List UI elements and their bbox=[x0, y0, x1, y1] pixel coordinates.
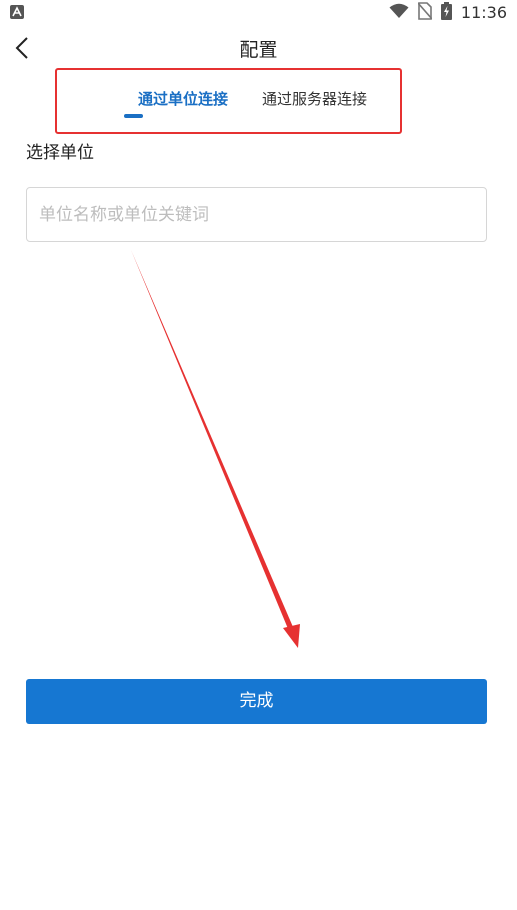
config-screen: 11:36 配置 通过单位连接 通过服务器连接 选择单位 完成 bbox=[0, 0, 517, 910]
unit-search-input[interactable] bbox=[26, 187, 487, 242]
active-tab-indicator bbox=[124, 114, 143, 118]
app-notification-icon bbox=[10, 4, 24, 23]
status-time: 11:36 bbox=[460, 3, 507, 22]
status-icons: 11:36 bbox=[389, 2, 507, 24]
wifi-icon bbox=[389, 3, 409, 23]
connection-tabs: 通过单位连接 通过服务器连接 bbox=[0, 68, 517, 134]
page-title: 配置 bbox=[239, 39, 278, 61]
app-bar: 配置 bbox=[0, 26, 517, 74]
annotation-arrow bbox=[131, 250, 300, 648]
tab-server-connection[interactable]: 通过服务器连接 bbox=[262, 88, 367, 110]
done-button[interactable]: 完成 bbox=[26, 679, 487, 724]
battery-charging-icon bbox=[440, 2, 452, 24]
tab-unit-connection[interactable]: 通过单位连接 bbox=[138, 88, 228, 110]
no-sim-icon bbox=[417, 2, 433, 24]
select-unit-label: 选择单位 bbox=[26, 143, 94, 163]
status-bar: 11:36 bbox=[0, 0, 517, 26]
